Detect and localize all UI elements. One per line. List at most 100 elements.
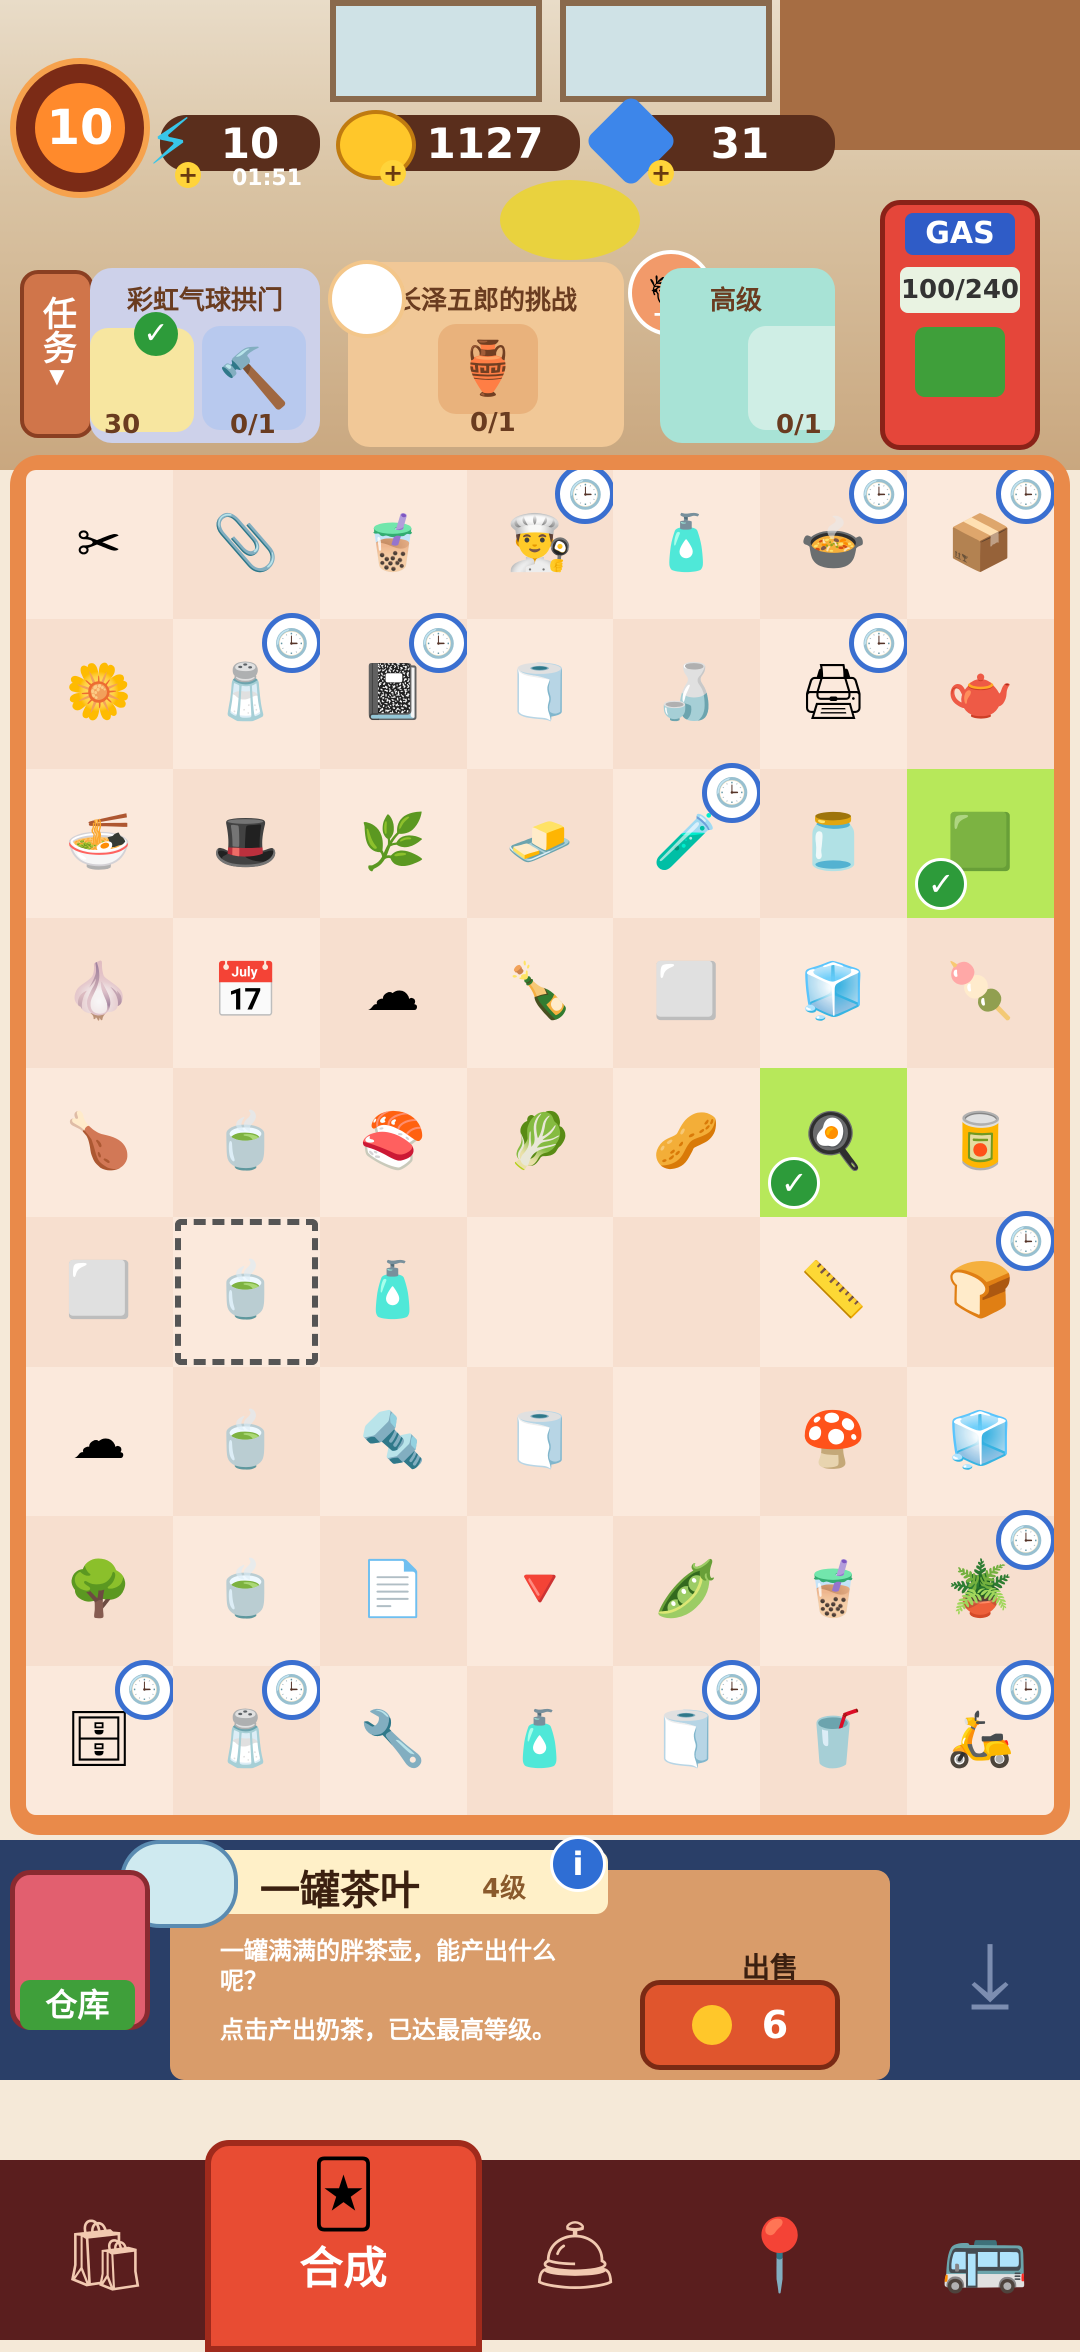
board-cell[interactable] — [613, 1366, 761, 1517]
chef-hat-round-icon[interactable]: ☁ — [342, 940, 444, 1042]
scissors-icon[interactable]: ✂ — [48, 492, 150, 594]
chef-hat-puff-icon[interactable]: ☁ — [48, 1389, 150, 1491]
nut-pile-icon[interactable]: 🥜 — [635, 1090, 737, 1192]
board-cell[interactable]: 🔻 — [466, 1516, 614, 1666]
board-cell[interactable]: ⬜ — [613, 918, 761, 1068]
tea-jar-icon[interactable]: 🍵 — [195, 1389, 297, 1491]
add-energy-icon[interactable]: + — [175, 162, 201, 188]
bus-icon[interactable]: 🚌 — [910, 2180, 1060, 2330]
board-cell[interactable]: 🎩 — [172, 768, 320, 919]
board-cell[interactable]: 🧪 🕒 — [613, 762, 763, 919]
task-side-tab[interactable]: 任务 ▼ — [20, 270, 94, 438]
board-cell[interactable]: 📏 — [760, 1217, 908, 1367]
board-cell[interactable]: 🥫 — [907, 1067, 1054, 1218]
board-cell[interactable]: 🌳 — [26, 1516, 173, 1666]
board-cell[interactable]: 🧻 — [466, 619, 614, 769]
pea-icon[interactable]: 🫛 — [635, 1538, 737, 1640]
board-cell[interactable]: 🥤 — [760, 1665, 908, 1815]
mushroom-icon[interactable]: 🍄 — [782, 1389, 884, 1491]
board-cell[interactable]: 🍵 — [172, 1067, 320, 1218]
juice-cup-icon[interactable]: 🥤 — [782, 1688, 884, 1790]
board-cell[interactable]: 🍡 — [907, 918, 1054, 1068]
board-cell[interactable]: 🍲 🕒 — [760, 470, 910, 620]
board-cell[interactable]: 🍣 — [319, 1067, 467, 1218]
board-cell[interactable]: ⬜ — [26, 1217, 173, 1367]
board-cell[interactable]: 🥜 — [613, 1067, 761, 1218]
cabbage-icon[interactable]: 🥬 — [489, 1090, 591, 1192]
map-pin-icon[interactable]: 📍 — [705, 2180, 855, 2330]
pliers-icon[interactable]: 🔧 — [342, 1688, 444, 1790]
board-cell[interactable]: 🧂 🕒 — [172, 1659, 322, 1815]
glue-bottle-icon[interactable]: 🧴 — [342, 1239, 444, 1341]
board-cell[interactable]: 🧴 — [466, 1665, 614, 1815]
shop-bag-icon[interactable]: 🛍 — [30, 2180, 180, 2330]
board-cell[interactable]: 🔩 — [319, 1366, 467, 1517]
board-cell[interactable]: ✂ — [26, 470, 173, 620]
screw-icon[interactable]: 🔩 — [342, 1389, 444, 1491]
board-cell[interactable]: 🍜 — [26, 768, 173, 919]
butter-bars-icon[interactable]: 🧈 — [489, 791, 591, 893]
board-cell[interactable]: 🧴 — [613, 470, 761, 620]
board-cell[interactable]: 🫖 — [907, 619, 1054, 769]
soy-bottle-icon[interactable]: 🍶 — [635, 641, 737, 743]
board-cell[interactable]: 🍗 — [26, 1067, 173, 1218]
board-cell[interactable] — [466, 1217, 614, 1367]
board-cell[interactable]: 🧈 — [466, 768, 614, 919]
board-cell[interactable]: 🧋 — [760, 1516, 908, 1666]
chili-jar-icon[interactable]: 🫙 — [782, 791, 884, 893]
board-cell[interactable]: 🖨 🕒 — [760, 613, 910, 769]
board-cell[interactable]: 🧻 — [466, 1366, 614, 1517]
tea-jar-icon[interactable]: 🍵 — [195, 1090, 297, 1192]
board-cell[interactable]: 📦 🕒 — [907, 470, 1054, 620]
cream-bottle-icon[interactable]: 🧴 — [489, 1688, 591, 1790]
board-cell[interactable]: 🍵 — [172, 1516, 320, 1666]
service-bell-icon[interactable]: 🛎 — [500, 2180, 650, 2330]
garlic-doll-icon[interactable]: 🧄 — [48, 940, 150, 1042]
board-cell[interactable]: 🪴 🕒 — [907, 1510, 1054, 1666]
towel-icon[interactable]: 🧻 — [489, 641, 591, 743]
store-tray-icon[interactable]: ⤓ — [935, 1920, 1045, 2030]
board-cell[interactable]: 🫛 — [613, 1516, 761, 1666]
board-cell[interactable]: 🧄 — [26, 918, 173, 1068]
paper-stack-icon[interactable]: 📄 — [342, 1538, 444, 1640]
board-cell[interactable]: 🥬 — [466, 1067, 614, 1218]
gas-pump[interactable]: GAS 100/240 — [880, 200, 1040, 450]
info-icon[interactable]: i — [550, 1836, 606, 1892]
sugar-cube-icon[interactable]: ⬜ — [48, 1239, 150, 1341]
board-cell[interactable]: ☁ — [319, 918, 467, 1068]
add-coin-icon[interactable]: + — [380, 160, 406, 186]
flower-card-icon[interactable]: 🌼 — [48, 641, 150, 743]
soap-bar-icon[interactable]: ⬜ — [635, 940, 737, 1042]
board-cell[interactable]: 🔧 — [319, 1665, 467, 1815]
funnel-icon[interactable]: 🔻 — [489, 1538, 591, 1640]
board-cell[interactable]: 👨‍🍳 🕒 — [466, 470, 616, 620]
towel-icon[interactable]: 🧻 — [489, 1389, 591, 1491]
task-card-1[interactable]: 彩虹气球拱门 30 ✓ 🔨 0/1 — [90, 268, 320, 443]
board-cell[interactable]: 📓 🕒 — [319, 613, 469, 769]
chef-hat-tall-icon[interactable]: 🎩 — [195, 791, 297, 893]
bubble-tea-icon[interactable]: 🧋 — [782, 1538, 884, 1640]
board-cell[interactable]: 🍾 — [466, 918, 614, 1068]
board-cell[interactable]: 🌿 — [319, 768, 467, 919]
board-cell[interactable]: 🛵 🕒 — [907, 1659, 1054, 1815]
board-cell[interactable]: 🧋 — [319, 470, 467, 620]
board-cell[interactable]: 🍵 — [172, 1366, 320, 1517]
board-cell[interactable]: 🌼 — [26, 619, 173, 769]
sell-button[interactable]: 6 — [640, 1980, 840, 2070]
sugar-cubes-icon[interactable]: 🧊 — [782, 940, 884, 1042]
task-card-3[interactable]: 高级 0/1 — [660, 268, 835, 443]
board-cell[interactable]: 📄 — [319, 1516, 467, 1666]
board-cell[interactable]: 🍵 — [172, 1217, 320, 1367]
board-cell[interactable]: 🍞 🕒 — [907, 1211, 1054, 1367]
board-cell[interactable]: 🍶 — [613, 619, 761, 769]
merge-tab[interactable]: 🃏 合成 — [205, 2140, 482, 2352]
bonsai-icon[interactable]: 🌳 — [48, 1538, 150, 1640]
ramen-bowl-icon[interactable]: 🍜 — [48, 791, 150, 893]
ink-bottle-icon[interactable]: 🧴 — [635, 492, 737, 594]
calendar-icon[interactable]: 📅 — [195, 940, 297, 1042]
board-cell[interactable]: ☁ — [26, 1366, 173, 1517]
board-cell[interactable]: 🧊 — [760, 918, 908, 1068]
add-gem-icon[interactable]: + — [648, 160, 674, 186]
board-cell[interactable]: 🍄 — [760, 1366, 908, 1517]
teapot-icon[interactable]: 🫖 — [929, 641, 1031, 743]
